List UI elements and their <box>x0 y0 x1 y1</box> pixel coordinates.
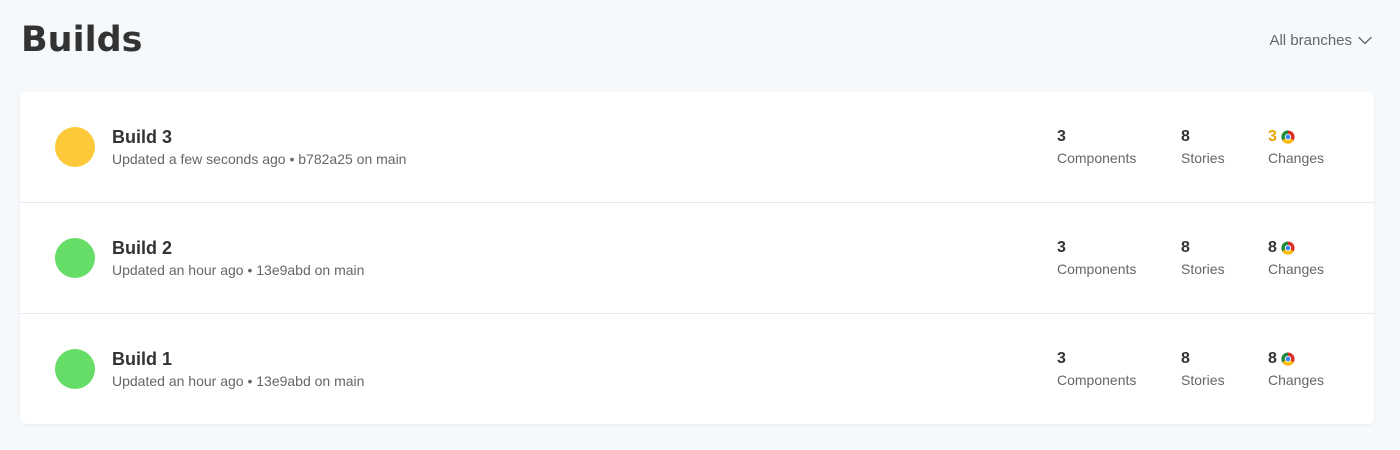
components-count: 3 <box>1057 239 1066 256</box>
chevron-down-icon <box>1358 36 1372 44</box>
components-stat: 3 Components <box>1057 126 1136 167</box>
stories-stat: 8 Stories <box>1181 348 1225 389</box>
build-status-indicator <box>55 238 95 278</box>
build-info: Build 3 Updated a few seconds ago • b782… <box>112 126 406 168</box>
components-count: 3 <box>1057 128 1066 145</box>
changes-value: 8 <box>1268 237 1324 259</box>
stories-stat: 8 Stories <box>1181 126 1225 167</box>
changes-label: Changes <box>1268 372 1325 388</box>
meta-separator: • <box>247 262 253 278</box>
branch-filter-dropdown[interactable]: All branches <box>1269 27 1372 53</box>
build-status-indicator <box>55 127 95 167</box>
meta-separator: • <box>289 151 295 167</box>
build-name: Build 3 <box>112 127 173 147</box>
changes-label: Changes <box>1268 150 1325 166</box>
changes-stat: 8 Changes <box>1268 348 1324 389</box>
components-label: Components <box>1057 261 1137 277</box>
changes-stat: 8 Changes <box>1268 237 1324 278</box>
changes-value: 8 <box>1268 348 1324 370</box>
components-stat: 3 Components <box>1057 348 1136 389</box>
build-name: Build 2 <box>112 238 173 258</box>
build-updated: Updated an hour ago <box>112 262 244 278</box>
build-name: Build 1 <box>112 349 173 369</box>
changes-label: Changes <box>1268 261 1325 277</box>
changes-count: 8 <box>1268 350 1277 367</box>
stories-label: Stories <box>1181 372 1225 388</box>
branch-filter-label: All branches <box>1269 31 1352 49</box>
changes-stat: 3 Changes <box>1268 126 1324 167</box>
chrome-browser-icon <box>1281 352 1295 366</box>
changes-count: 3 <box>1268 128 1277 145</box>
components-label: Components <box>1057 372 1137 388</box>
stories-count: 8 <box>1181 350 1190 367</box>
components-label: Components <box>1057 150 1137 166</box>
build-row[interactable]: Build 1 Updated an hour ago • 13e9abd on… <box>20 314 1374 424</box>
build-commit: 13e9abd on main <box>256 373 365 389</box>
build-commit: 13e9abd on main <box>256 262 365 278</box>
meta-separator: • <box>247 373 253 389</box>
stories-label: Stories <box>1181 261 1225 277</box>
build-meta: Updated an hour ago • 13e9abd on main <box>112 372 364 390</box>
changes-count: 8 <box>1268 239 1277 256</box>
build-info: Build 1 Updated an hour ago • 13e9abd on… <box>112 348 364 390</box>
build-row[interactable]: Build 3 Updated a few seconds ago • b782… <box>20 92 1374 203</box>
build-updated: Updated an hour ago <box>112 373 244 389</box>
build-commit: b782a25 on main <box>298 151 407 167</box>
stories-label: Stories <box>1181 150 1225 166</box>
chrome-browser-icon <box>1281 241 1295 255</box>
page-title: Builds <box>21 20 143 60</box>
build-updated: Updated a few seconds ago <box>112 151 286 167</box>
build-row[interactable]: Build 2 Updated an hour ago • 13e9abd on… <box>20 203 1374 314</box>
stories-stat: 8 Stories <box>1181 237 1225 278</box>
build-list: Build 3 Updated a few seconds ago • b782… <box>20 92 1374 424</box>
build-status-indicator <box>55 349 95 389</box>
changes-value: 3 <box>1268 126 1324 148</box>
stories-count: 8 <box>1181 239 1190 256</box>
components-stat: 3 Components <box>1057 237 1136 278</box>
stories-count: 8 <box>1181 128 1190 145</box>
build-meta: Updated an hour ago • 13e9abd on main <box>112 261 364 279</box>
components-count: 3 <box>1057 350 1066 367</box>
build-info: Build 2 Updated an hour ago • 13e9abd on… <box>112 237 364 279</box>
chrome-browser-icon <box>1281 130 1295 144</box>
build-meta: Updated a few seconds ago • b782a25 on m… <box>112 150 406 168</box>
